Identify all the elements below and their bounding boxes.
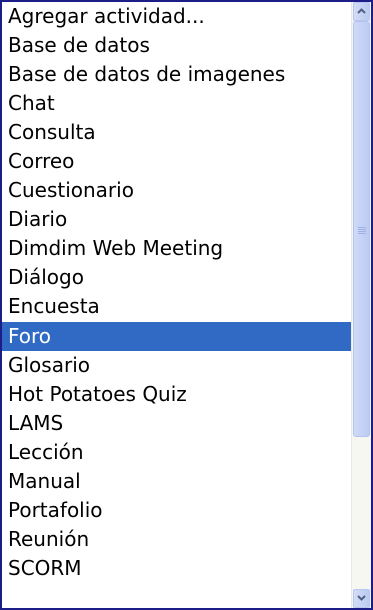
option-chat[interactable]: Chat: [2, 89, 351, 118]
thumb-grip-icon: [358, 227, 366, 235]
option-encuesta[interactable]: Encuesta: [2, 292, 351, 321]
option-dialogo[interactable]: Diálogo: [2, 263, 351, 292]
option-portafolio[interactable]: Portafolio: [2, 496, 351, 525]
option-manual[interactable]: Manual: [2, 467, 351, 496]
option-agregar-actividad[interactable]: Agregar actividad...: [2, 2, 351, 31]
option-consulta[interactable]: Consulta: [2, 118, 351, 147]
scroll-up-button[interactable]: [353, 2, 370, 21]
option-hot-potatoes-quiz[interactable]: Hot Potatoes Quiz: [2, 380, 351, 409]
option-cuestionario[interactable]: Cuestionario: [2, 176, 351, 205]
arrow-down-icon: [357, 595, 366, 601]
option-correo[interactable]: Correo: [2, 147, 351, 176]
vertical-scrollbar[interactable]: [351, 2, 371, 608]
option-diario[interactable]: Diario: [2, 205, 351, 234]
option-base-de-datos[interactable]: Base de datos: [2, 31, 351, 60]
option-base-de-datos-de-imagenes[interactable]: Base de datos de imagenes: [2, 60, 351, 89]
option-leccion[interactable]: Lección: [2, 438, 351, 467]
scrollbar-thumb[interactable]: [353, 21, 370, 437]
activity-select-list[interactable]: Agregar actividad... Base de datos Base …: [0, 0, 373, 610]
option-lams[interactable]: LAMS: [2, 409, 351, 438]
option-foro-selected[interactable]: Foro: [2, 321, 351, 351]
scroll-down-button[interactable]: [353, 589, 370, 608]
arrow-up-icon: [357, 8, 366, 14]
activity-options: Agregar actividad... Base de datos Base …: [2, 2, 351, 608]
option-reunion[interactable]: Reunión: [2, 525, 351, 554]
option-dimdim-web-meeting[interactable]: Dimdim Web Meeting: [2, 234, 351, 263]
option-glosario[interactable]: Glosario: [2, 351, 351, 380]
option-scorm[interactable]: SCORM: [2, 554, 351, 583]
